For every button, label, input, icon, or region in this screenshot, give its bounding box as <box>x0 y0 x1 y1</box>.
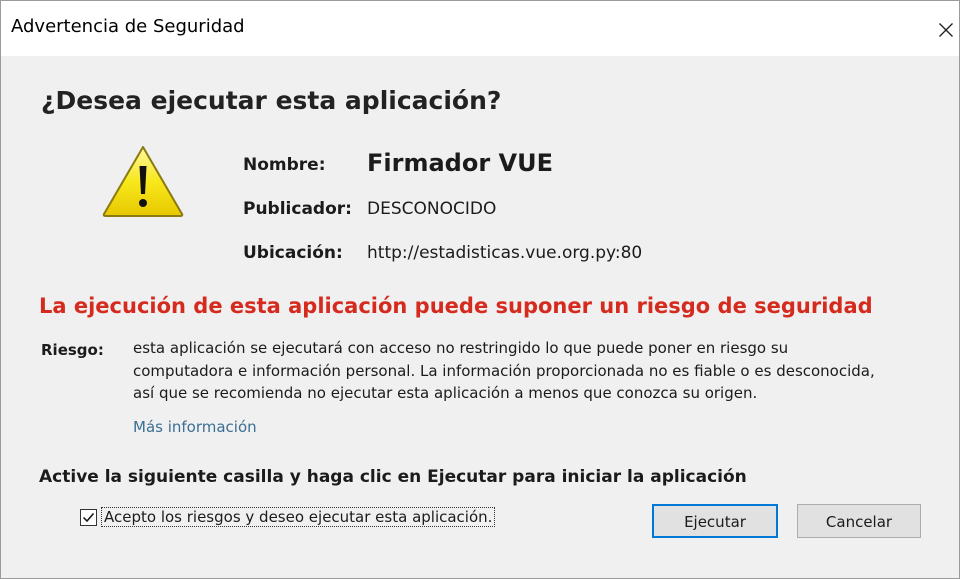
risk-heading: La ejecución de esta aplicación puede su… <box>39 294 873 318</box>
close-button[interactable] <box>929 9 959 45</box>
instruction-text: Active la siguiente casilla y haga clic … <box>39 467 747 487</box>
more-info-link[interactable]: Más información <box>133 418 257 436</box>
accept-risk-label[interactable]: Acepto los riesgos y deseo ejecutar esta… <box>101 507 496 527</box>
publisher-value: DESCONOCIDO <box>367 199 497 219</box>
security-warning-window: Advertencia de Seguridad ¿Desea ejecutar… <box>0 0 960 579</box>
name-label: Nombre: <box>243 155 326 175</box>
accept-risk-checkbox[interactable] <box>80 509 97 526</box>
risk-line: así que se recomienda no ejecutar esta a… <box>133 384 758 402</box>
app-name: Firmador VUE <box>367 149 553 177</box>
risk-line: esta aplicación se ejecutará con acceso … <box>133 339 789 357</box>
close-icon <box>939 23 953 37</box>
risk-label: Riesgo: <box>41 341 104 359</box>
publisher-label: Publicador: <box>243 199 352 219</box>
risk-line: computadora e información personal. La i… <box>133 361 875 380</box>
risk-description: esta aplicación se ejecutará con acceso … <box>133 337 953 405</box>
location-value: http://estadisticas.vue.org.py:80 <box>367 243 643 263</box>
warning-icon <box>102 146 184 217</box>
checkmark-icon <box>82 513 95 523</box>
run-button[interactable]: Ejecutar <box>652 504 778 538</box>
cancel-button[interactable]: Cancelar <box>797 504 921 538</box>
location-label: Ubicación: <box>243 243 343 263</box>
window-title: Advertencia de Seguridad <box>11 16 245 37</box>
dialog-headline: ¿Desea ejecutar esta aplicación? <box>41 86 502 115</box>
dialog-body: ¿Desea ejecutar esta aplicación? Nombre:… <box>1 56 959 578</box>
title-bar: Advertencia de Seguridad <box>1 1 959 56</box>
